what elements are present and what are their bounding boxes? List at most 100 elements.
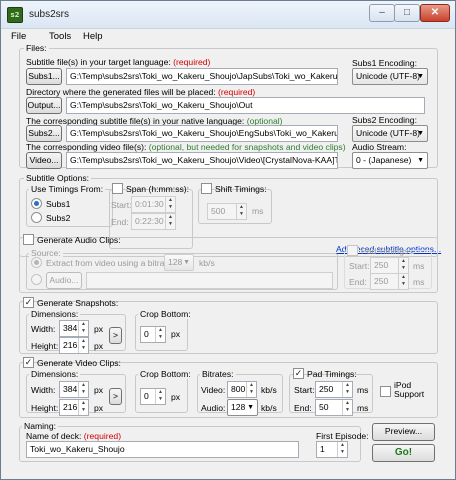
spin-arrows-icon[interactable]: ▲ ▼: [155, 327, 165, 342]
video-height-unit: px: [94, 403, 104, 413]
spin-arrows-icon[interactable]: ▲ ▼: [78, 338, 88, 353]
video-dimensions-legend: Dimensions:: [29, 369, 81, 379]
shift-timings-checkbox[interactable]: [201, 183, 212, 194]
go-button[interactable]: Go!: [372, 444, 435, 462]
audio-file-radio[interactable]: [31, 274, 42, 285]
snapshot-copy-dimensions-button[interactable]: >: [109, 327, 122, 344]
spin-arrows-icon[interactable]: ▲ ▼: [337, 442, 347, 457]
video-path-input[interactable]: G:\Temp\subs2srs\Toki_wo_Kakeru_Shoujo\V…: [66, 152, 338, 169]
subs2-encoding-select[interactable]: Unicode (UTF-8) ▼: [352, 125, 428, 142]
chevron-down-icon: ▼: [247, 404, 254, 411]
snapshot-crop-unit: px: [171, 329, 181, 339]
timings-subs1-radio[interactable]: [31, 198, 42, 209]
spin-arrows-icon[interactable]: ▲ ▼: [165, 214, 175, 229]
spin-arrows-icon[interactable]: ▲ ▼: [342, 400, 352, 415]
subs1-button[interactable]: Subs1...: [26, 68, 62, 85]
video-height-input[interactable]: 216 ▲ ▼: [59, 399, 89, 416]
menu-tools[interactable]: Tools: [49, 31, 71, 42]
minimize-button[interactable]: –: [369, 4, 395, 22]
audio-bitrate-select[interactable]: 128 ▼: [164, 254, 194, 271]
snapshot-width-input[interactable]: 384 ▲ ▼: [59, 320, 89, 337]
video-audio-bitrate-select[interactable]: 128 ▼: [227, 399, 258, 416]
subs2-button[interactable]: Subs2...: [26, 125, 62, 142]
snapshot-width-unit: px: [94, 324, 104, 334]
timings-subs2-radio[interactable]: [31, 212, 42, 223]
maximize-button[interactable]: □: [394, 4, 420, 22]
output-dir-input[interactable]: G:\Temp\subs2srs\Toki_wo_Kakeru_Shoujo\O…: [66, 97, 425, 114]
audio-bitrate-unit: kb/s: [261, 403, 277, 413]
snapshot-height-input[interactable]: 216 ▲ ▼: [59, 337, 89, 354]
audio-pad-start-label: Start:: [349, 261, 370, 271]
audio-pad-start-input[interactable]: 250 ▲ ▼: [370, 257, 409, 274]
output-label: Directory where the generated files will…: [26, 87, 256, 97]
first-episode-input[interactable]: 1 ▲ ▼: [316, 441, 348, 458]
video-width-input[interactable]: 384 ▲ ▼: [59, 381, 89, 398]
subs2-path-input[interactable]: G:\Temp\subs2srs\Toki_wo_Kakeru_Shoujo\E…: [66, 125, 338, 142]
ipod-support-checkbox[interactable]: [380, 386, 391, 397]
first-episode-label: First Episode:: [316, 431, 369, 441]
span-end-input[interactable]: 0:22:30 ▲ ▼: [131, 213, 176, 230]
audio-pad-end-label: End:: [349, 277, 367, 287]
subs1-path-input[interactable]: G:\Temp\subs2srs\Toki_wo_Kakeru_Shoujo\J…: [66, 68, 338, 85]
video-copy-dimensions-button[interactable]: >: [109, 388, 122, 405]
spin-arrows-icon[interactable]: ▲ ▼: [78, 400, 88, 415]
chevron-down-icon: ▼: [417, 73, 424, 80]
video-clips-checkbox[interactable]: ✓: [23, 357, 34, 368]
audio-pad-end-input[interactable]: 250 ▲ ▼: [370, 273, 409, 290]
shift-timings-input[interactable]: 500 ▲ ▼: [207, 203, 247, 220]
audio-pad-label: Pad Timings:: [361, 246, 411, 256]
chevron-down-icon: ▼: [183, 259, 190, 266]
spin-arrows-icon[interactable]: ▲ ▼: [236, 204, 246, 219]
audio-extract-radio[interactable]: [31, 257, 42, 268]
snapshots-label: Generate Snapshots:: [37, 298, 119, 308]
spin-arrows-icon[interactable]: ▲ ▼: [78, 321, 88, 336]
audio-clips-checkbox[interactable]: [23, 234, 34, 245]
video-button[interactable]: Video...: [26, 152, 62, 169]
video-pad-start-input[interactable]: 250 ▲ ▼: [315, 381, 353, 398]
subtitle-options-legend: Subtitle Options:: [24, 173, 92, 183]
subs1-label: Subtitle file(s) in your target language…: [26, 57, 211, 67]
video-label: The corresponding video file(s): (option…: [26, 142, 346, 152]
video-clips-label: Generate Video Clips:: [37, 358, 121, 368]
spin-arrows-icon[interactable]: ▲ ▼: [342, 382, 352, 397]
spin-arrows-icon[interactable]: ▲ ▼: [165, 197, 175, 212]
shift-timings-label: Shift Timings:: [215, 184, 267, 194]
audio-stream-select[interactable]: 0 - (Japanese) ▼: [352, 152, 428, 169]
video-pad-end-label: End:: [294, 403, 312, 413]
menu-file[interactable]: File: [11, 31, 26, 42]
video-crop-input[interactable]: 0 ▲ ▼: [140, 388, 166, 405]
spin-arrows-icon[interactable]: ▲ ▼: [246, 382, 256, 397]
audio-file-input[interactable]: [86, 272, 333, 289]
deck-name-label: Name of deck: (required): [26, 431, 122, 441]
snapshots-checkbox[interactable]: ✓: [23, 297, 34, 308]
video-bitrate-input[interactable]: 800 ▲ ▼: [227, 381, 257, 398]
output-button[interactable]: Output...: [26, 97, 62, 114]
span-checkbox[interactable]: [112, 183, 123, 194]
preview-button[interactable]: Preview...: [372, 423, 435, 441]
audio-bitrate-label: Audio:: [201, 403, 226, 413]
menu-help[interactable]: Help: [83, 31, 103, 42]
video-bitrate-label: Video:: [201, 385, 226, 395]
video-pad-end-input[interactable]: 50 ▲ ▼: [315, 399, 353, 416]
spin-arrows-icon[interactable]: ▲ ▼: [155, 389, 165, 404]
audio-pad-start-unit: ms: [413, 261, 425, 271]
audio-pad-checkbox[interactable]: [347, 245, 358, 256]
span-end-label: End:: [111, 217, 129, 227]
span-start-label: Start:: [111, 200, 132, 210]
timings-subs2-label: Subs2: [46, 213, 71, 223]
video-width-label: Width:: [31, 385, 56, 395]
audio-bitrate-unit: kb/s: [199, 258, 215, 268]
subs1-encoding-label: Subs1 Encoding:: [352, 58, 417, 68]
subs1-encoding-select[interactable]: Unicode (UTF-8) ▼: [352, 68, 428, 85]
video-pad-checkbox[interactable]: ✓: [293, 368, 304, 379]
spin-arrows-icon[interactable]: ▲ ▼: [398, 258, 408, 273]
close-button[interactable]: ✕: [420, 4, 450, 22]
title-bar[interactable]: s2 subs2srs – □ ✕: [1, 1, 455, 29]
deck-name-input[interactable]: Toki_wo_Kakeru_Shoujo: [26, 441, 299, 458]
span-start-input[interactable]: 0:01:30 ▲ ▼: [131, 196, 176, 213]
spin-arrows-icon[interactable]: ▲ ▼: [78, 382, 88, 397]
spin-arrows-icon[interactable]: ▲ ▼: [398, 274, 408, 289]
chevron-down-icon: ▼: [417, 157, 424, 164]
snapshot-crop-input[interactable]: 0 ▲ ▼: [140, 326, 166, 343]
audio-file-button[interactable]: Audio...: [46, 272, 82, 289]
